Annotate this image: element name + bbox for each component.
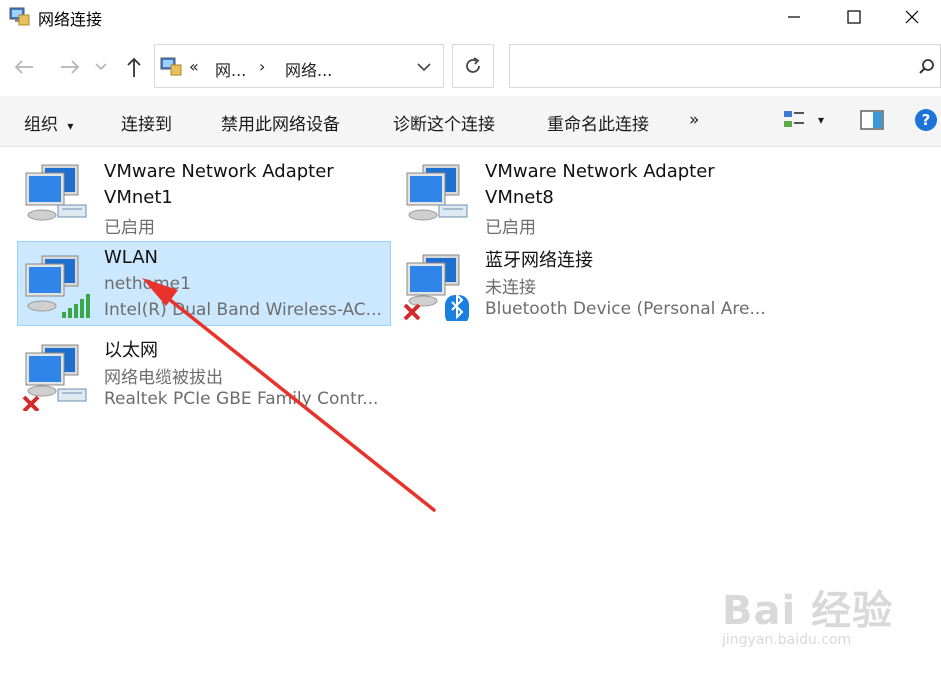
baidu-watermark: Bai 经验 jingyan.baidu.com xyxy=(722,578,893,648)
watermark-logo: Bai 经验 xyxy=(722,588,894,634)
